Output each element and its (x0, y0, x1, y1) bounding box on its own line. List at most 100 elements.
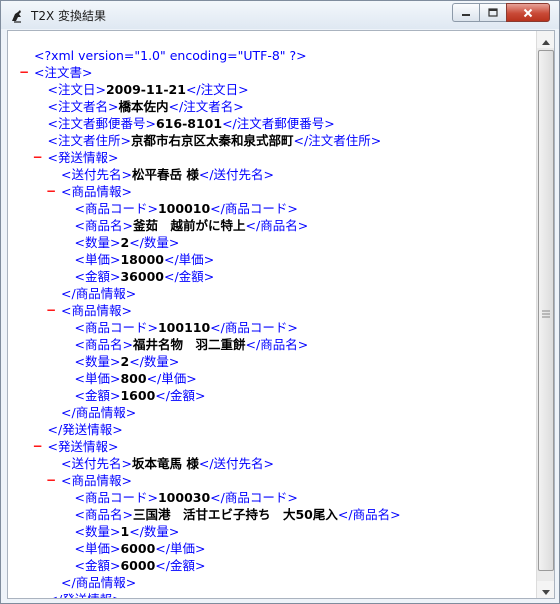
tag-bracket: </ (198, 167, 214, 182)
tag-bracket: < (74, 201, 85, 216)
tag-name: 注文書 (44, 65, 82, 80)
tag-name: 単価 (178, 252, 204, 267)
xml-line: <商品コード>100030</商品コード> (75, 489, 298, 506)
xml-line: </発送情報> (48, 421, 123, 438)
collapse-toggle[interactable]: − (46, 183, 56, 200)
tag-bracket: </ (198, 456, 214, 471)
tag-bracket: < (74, 524, 85, 539)
tag-bracket: </ (146, 371, 162, 386)
grip-icon (542, 304, 550, 318)
tag-bracket: < (61, 184, 72, 199)
tag-name: 発送情報 (57, 439, 108, 454)
arrow-down-icon (541, 580, 550, 598)
xml-line: <注文者名>橋本佐内</注文者名> (48, 98, 244, 115)
scroll-up-button[interactable] (537, 31, 554, 48)
tag-bracket: > (287, 320, 298, 335)
tag-bracket: < (61, 473, 72, 488)
tag-bracket: > (297, 337, 309, 352)
element-value: 三国港 活甘エビ子持ち 大50尾入 (132, 507, 338, 522)
xml-line: <商品コード>100010</商品コード> (75, 200, 298, 217)
tag-name: 商品情報 (71, 473, 122, 488)
collapse-toggle[interactable]: − (19, 64, 29, 81)
xml-line: </商品情報> (61, 285, 136, 302)
collapse-toggle[interactable]: − (33, 438, 43, 455)
maximize-icon (488, 8, 498, 17)
tag-bracket: > (125, 405, 137, 420)
tag-name: 商品コード (84, 201, 148, 216)
tag-bracket: > (95, 82, 106, 97)
tag-name: 注文者名 (183, 99, 234, 114)
collapse-toggle[interactable]: − (33, 149, 43, 166)
minimize-button[interactable] (452, 3, 479, 22)
tag-name: 商品コード (84, 490, 148, 505)
tag-bracket: < (47, 116, 58, 131)
tag-name: 金額 (84, 269, 110, 284)
tag-bracket: > (110, 235, 121, 250)
vertical-scrollbar[interactable] (536, 31, 554, 598)
element-value: 2 (120, 235, 130, 250)
tag-bracket: </ (245, 337, 261, 352)
tag-bracket: > (121, 184, 132, 199)
tag-name: 発送情報 (57, 150, 108, 165)
tag-name: 注文者郵便番号 (57, 116, 146, 131)
tag-name: 商品コード (224, 490, 288, 505)
tag-bracket: > (168, 354, 180, 369)
tag-name: 単価 (84, 371, 110, 386)
tag-name: 単価 (169, 541, 195, 556)
collapse-toggle[interactable]: − (46, 302, 56, 319)
xml-line: <発送情報> (48, 438, 119, 455)
tag-name: 単価 (84, 541, 110, 556)
tag-bracket: </ (47, 422, 63, 437)
scroll-down-button[interactable] (537, 581, 554, 598)
tag-name: 商品名 (260, 218, 298, 233)
xml-line: <商品名>福井名物 羽二重餅</商品名> (75, 336, 309, 353)
element-value: 坂本竜馬 様 (131, 456, 199, 471)
tag-name: 金額 (84, 558, 110, 573)
element-value: 36000 (120, 269, 164, 284)
tag-bracket: > (121, 167, 132, 182)
tag-bracket: </ (293, 133, 309, 148)
element-value: 福井名物 羽二重餅 (132, 337, 246, 352)
tag-name: 商品情報 (71, 184, 122, 199)
tag-bracket: < (74, 388, 85, 403)
maximize-button[interactable] (479, 3, 507, 22)
element-value: 橋本佐内 (118, 99, 169, 114)
tag-bracket: > (168, 235, 180, 250)
title-bar[interactable]: T2X 変換結果 (1, 1, 559, 29)
tag-bracket: > (112, 422, 123, 437)
xml-line: <商品情報> (61, 183, 132, 200)
tag-bracket: > (203, 269, 215, 284)
tag-bracket: > (110, 252, 121, 267)
tag-name: 単価 (84, 252, 110, 267)
tag-bracket: > (110, 269, 121, 284)
element-value: 18000 (120, 252, 164, 267)
xml-tree: <?xml version="1.0" encoding="UTF-8" ?> … (8, 31, 536, 598)
xml-line: <注文日>2009-11-21</注文日> (48, 81, 249, 98)
collapse-toggle[interactable]: − (46, 472, 56, 489)
tag-bracket: < (74, 541, 85, 556)
tag-bracket: > (110, 371, 121, 386)
xml-line: <数量>2</数量> (75, 234, 180, 251)
tag-bracket: < (47, 439, 58, 454)
tag-bracket: > (287, 201, 298, 216)
tag-name: 送付先名 (71, 456, 122, 471)
tag-bracket: < (47, 82, 58, 97)
tag-bracket: > (287, 490, 298, 505)
minimize-icon (461, 9, 471, 17)
tag-name: 商品コード (84, 320, 148, 335)
close-button[interactable] (506, 3, 550, 22)
xml-line: <注文者郵便番号>616-8101</注文者郵便番号> (48, 115, 335, 132)
tag-bracket: > (370, 133, 382, 148)
xml-line: <商品名>三国港 活甘エビ子持ち 大50尾入</商品名> (75, 506, 401, 523)
scroll-thumb[interactable] (538, 50, 554, 571)
xml-line: <単価>800</単価> (75, 370, 197, 387)
tag-bracket: > (194, 558, 206, 573)
window-title: T2X 変換結果 (31, 9, 107, 23)
tag-name: 数量 (84, 354, 110, 369)
tag-name: 金額 (169, 388, 195, 403)
tag-bracket: < (47, 133, 58, 148)
tag-bracket: > (147, 320, 158, 335)
xml-viewer[interactable]: <?xml version="1.0" encoding="UTF-8" ?> … (7, 30, 555, 599)
tag-bracket: > (168, 524, 180, 539)
tag-bracket: < (74, 269, 85, 284)
